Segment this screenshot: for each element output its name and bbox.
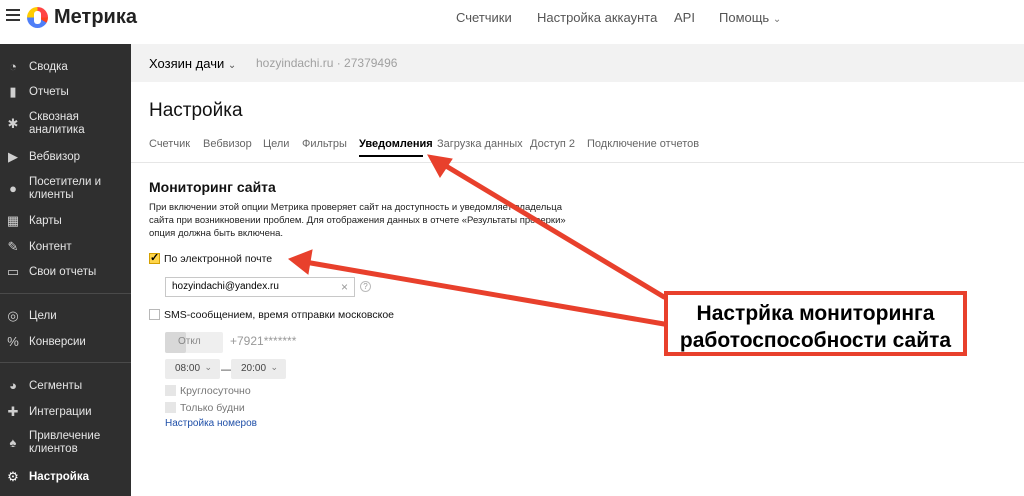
- counter-name: Хозяин дачи: [149, 56, 225, 71]
- time-from-select[interactable]: 08:00 ⌄: [165, 359, 220, 379]
- sidebar-item-label: Вебвизор: [29, 151, 80, 163]
- sidebar-divider: [0, 362, 131, 363]
- tab-data-upload[interactable]: Загрузка данных: [437, 138, 523, 150]
- flame-icon: ♠: [9, 435, 17, 450]
- round-clock-checkbox[interactable]: [165, 385, 176, 396]
- sidebar-item-label: Отчеты: [29, 86, 69, 98]
- sidebar-item-label: Посетители и клиенты: [29, 176, 102, 201]
- tab-webvisor[interactable]: Вебвизор: [203, 138, 252, 150]
- site-info: hozyindachi.ru · 27379496: [256, 56, 398, 70]
- nav-help-label: Помощь: [719, 10, 770, 25]
- monitoring-title: Мониторинг сайта: [149, 179, 276, 195]
- sidebar-item-label: Цели: [29, 310, 57, 322]
- nav-api[interactable]: API: [674, 10, 695, 25]
- time-to-select[interactable]: 20:00 ⌄: [231, 359, 286, 379]
- sidebar-item-label: Карты: [29, 215, 62, 227]
- tab-goals[interactable]: Цели: [263, 138, 289, 150]
- sidebar-item-label: Сводка: [29, 61, 68, 73]
- sidebar-item-label: Интеграции: [29, 406, 92, 418]
- sidebar-item-label: Контент: [29, 241, 72, 253]
- percent-icon: %: [7, 334, 19, 349]
- tab-notifications[interactable]: Уведомления: [359, 138, 433, 150]
- snowflake-icon: ✱: [7, 116, 19, 131]
- sidebar-item-label: Конверсии: [29, 336, 86, 348]
- report-icon: ▭: [6, 264, 20, 279]
- round-clock-label: Круглосуточно: [180, 385, 251, 397]
- top-bar: Метрика Счетчики Настройка аккаунта API …: [0, 0, 1024, 38]
- nav-help[interactable]: Помощь ⌄: [719, 10, 781, 25]
- nav-account-settings[interactable]: Настройка аккаунта: [537, 10, 657, 25]
- target-icon: ◎: [7, 308, 19, 323]
- callout-text: Настрйка мониторинга работоспособности с…: [679, 302, 952, 352]
- email-option-label: По электронной почте: [164, 253, 273, 265]
- arrowhead-icon: [427, 154, 453, 178]
- sidebar-item-label: Привлечение клиентов: [29, 430, 101, 455]
- numbers-settings-link[interactable]: Настройка номеров: [165, 418, 257, 429]
- help-icon[interactable]: ?: [360, 281, 371, 292]
- tab-report-connection[interactable]: Подключение отчетов: [587, 138, 699, 150]
- monitoring-description: При включении этой опции Метрика проверя…: [149, 202, 566, 239]
- puzzle-icon: ✚: [7, 404, 19, 419]
- phone-number: +7921*******: [230, 334, 297, 348]
- weekdays-checkbox[interactable]: [165, 402, 176, 413]
- counter-select[interactable]: Хозяин дачи ⌄: [149, 56, 236, 71]
- metrika-logo-icon: [27, 7, 48, 28]
- email-field[interactable]: hozyindachi@yandex.ru: [165, 277, 355, 297]
- time-to-value: 20:00: [241, 363, 267, 374]
- sms-checkbox[interactable]: [149, 309, 160, 320]
- tabs-divider: [131, 162, 1024, 163]
- dashboard-icon: ◔: [9, 59, 17, 74]
- sidebar-item-label: Свои отчеты: [29, 266, 97, 278]
- person-icon: ●: [9, 181, 17, 196]
- email-checkbox[interactable]: [149, 251, 160, 264]
- sidebar-item-label: Настройка: [29, 471, 89, 483]
- tab-counter[interactable]: Счетчик: [149, 138, 190, 150]
- sidebar-item-label: Сегменты: [29, 380, 83, 392]
- close-icon[interactable]: ×: [341, 280, 348, 294]
- chevron-down-icon: ⌄: [772, 14, 782, 25]
- sms-option-label: SMS-сообщением, время отправки московско…: [164, 309, 395, 321]
- map-icon: ▦: [6, 213, 20, 228]
- time-from-value: 08:00: [175, 363, 201, 374]
- menu-icon[interactable]: [6, 9, 20, 21]
- app-logo-text[interactable]: Метрика: [54, 6, 137, 29]
- play-icon: ▶: [8, 149, 18, 164]
- arrowhead-icon: [288, 249, 313, 275]
- sidebar-divider: [0, 293, 131, 294]
- bar-chart-icon: ▮: [9, 84, 17, 99]
- page-title: Настройка: [149, 100, 243, 121]
- chevron-down-icon: ⌄: [204, 362, 212, 372]
- gear-icon: ⚙: [7, 469, 19, 484]
- sidebar: ◔ Сводка ▮ Отчеты ✱ Сквозная аналитика ▶…: [0, 44, 131, 496]
- weekdays-label: Только будни: [180, 402, 245, 414]
- chevron-down-icon: ⌄: [270, 362, 278, 372]
- annotation-callout: Настрйка мониторинга работоспособности с…: [664, 291, 967, 356]
- pie-icon: ◕: [9, 378, 17, 393]
- chevron-down-icon: ⌄: [227, 60, 237, 71]
- active-tab-indicator: [359, 155, 423, 157]
- pencil-icon: ✎: [7, 239, 19, 254]
- toggle-label: Откл: [178, 336, 201, 347]
- tab-access[interactable]: Доступ 2: [530, 138, 575, 150]
- tab-filters[interactable]: Фильтры: [302, 138, 347, 150]
- nav-counters[interactable]: Счетчики: [456, 10, 512, 25]
- sidebar-item-label: Сквозная аналитика: [29, 111, 85, 136]
